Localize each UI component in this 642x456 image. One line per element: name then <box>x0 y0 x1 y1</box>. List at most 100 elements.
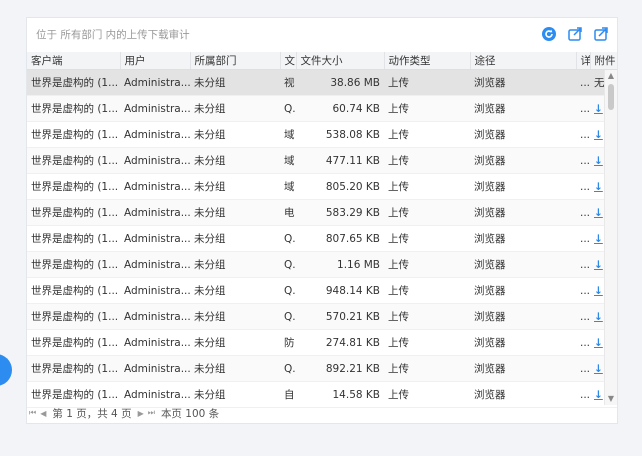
column-header-action-type[interactable]: 动作类型 <box>384 52 471 70</box>
cell-client: 世界是虚构的 (1... <box>27 277 120 304</box>
cell-user: Administra... <box>120 173 190 200</box>
cell-detail[interactable]: ... <box>576 329 590 356</box>
cell-action-type: 上传 <box>384 251 470 278</box>
cell-client: 世界是虚构的 (1... <box>27 329 120 356</box>
table-row[interactable]: 世界是虚构的 (1... Administra... 未分组防 274.81 KB 上传… <box>27 329 617 356</box>
cell-route: 浏览器 <box>470 355 576 382</box>
export-all-icon[interactable] <box>593 26 609 42</box>
cell-user: Administra... <box>120 251 190 278</box>
cell-detail[interactable]: ... <box>576 69 590 96</box>
cell-user: Administra... <box>120 303 190 330</box>
cell-user: Administra... <box>120 69 190 96</box>
cell-user: Administra... <box>120 121 190 148</box>
cell-detail[interactable]: ... <box>576 251 590 278</box>
table-row[interactable]: 世界是虚构的 (1... Administra... 未分组 Q. 570.21 KB 上… <box>27 303 617 330</box>
cell-action-type: 上传 <box>384 95 470 122</box>
page-info: 第 1 页，共 4 页 <box>52 407 132 420</box>
cell-file: Q. <box>280 303 296 330</box>
cell-route: 浏览器 <box>470 173 576 200</box>
column-header-file-size[interactable]: 文件大小 <box>296 52 385 70</box>
vertical-scrollbar[interactable]: ▲ ▼ <box>604 70 617 405</box>
cell-client: 世界是虚构的 (1... <box>27 303 120 330</box>
refresh-icon[interactable] <box>541 26 557 42</box>
cell-client: 世界是虚构的 (1... <box>27 355 120 382</box>
cell-route: 浏览器 <box>470 277 576 304</box>
cell-department: 未分组 <box>190 147 280 174</box>
table-row[interactable]: 世界是虚构的 (1... Administra... 未分组 Q. 60.74 KB 上传… <box>27 95 617 122</box>
cell-route: 浏览器 <box>470 69 576 96</box>
table-row[interactable]: 世界是虚构的 (1... Administra... 未分组 Q. 807.65 KB 上… <box>27 225 617 252</box>
cell-file-size: 892.21 KB <box>296 355 384 382</box>
cell-department: 未分组 <box>190 225 280 252</box>
cell-client: 世界是虚构的 (1... <box>27 199 120 226</box>
cell-file-size: 805.20 KB <box>296 173 384 200</box>
cell-action-type: 上传 <box>384 69 470 96</box>
cell-department: 未分组 <box>190 199 280 226</box>
table-row[interactable]: 世界是虚构的 (1... Administra... 未分组视 38.86 MB 上传浏… <box>27 69 617 96</box>
next-page-icon[interactable]: ▶ <box>138 409 144 418</box>
cell-file: 域 <box>280 121 296 148</box>
cell-file: 域 <box>280 173 296 200</box>
cell-detail[interactable]: ... <box>576 199 590 226</box>
table-row[interactable]: 世界是虚构的 (1... Administra... 未分组 Q. 948.14 KB 上… <box>27 277 617 304</box>
cell-user: Administra... <box>120 277 190 304</box>
table-row[interactable]: 世界是虚构的 (1... Administra... 未分组电 583.29 KB 上传… <box>27 199 617 226</box>
column-header-route[interactable]: 途径 <box>470 52 577 70</box>
cell-file-size: 477.11 KB <box>296 147 384 174</box>
last-page-icon[interactable]: ⏭ <box>148 408 155 418</box>
column-header-file[interactable]: 文 <box>280 52 297 70</box>
scrollbar-thumb[interactable] <box>608 84 614 110</box>
cell-action-type: 上传 <box>384 225 470 252</box>
cell-client: 世界是虚构的 (1... <box>27 173 120 200</box>
export-icon[interactable] <box>567 26 583 42</box>
cell-file-size: 274.81 KB <box>296 329 384 356</box>
table-row[interactable]: 世界是虚构的 (1... Administra... 未分组 Q. 892.21 KB 上… <box>27 355 617 382</box>
first-page-icon[interactable]: ⏮ <box>29 408 36 418</box>
cell-detail[interactable]: ... <box>576 277 590 304</box>
cell-department: 未分组 <box>190 251 280 278</box>
cell-file: Q. <box>280 355 296 382</box>
cell-route: 浏览器 <box>470 199 576 226</box>
cell-file-size: 38.86 MB <box>296 69 384 96</box>
cell-action-type: 上传 <box>384 199 470 226</box>
cell-action-type: 上传 <box>384 147 470 174</box>
column-header-client[interactable]: 客户端 <box>27 52 121 70</box>
cell-client: 世界是虚构的 (1... <box>27 225 120 252</box>
column-header-detail[interactable]: 详 <box>576 52 591 70</box>
prev-page-icon[interactable]: ◀ <box>40 409 46 418</box>
cell-detail[interactable]: ... <box>576 147 590 174</box>
cell-file: 域 <box>280 147 296 174</box>
column-header-attachment[interactable]: 附件 <box>590 52 617 70</box>
table-row[interactable]: 世界是虚构的 (1... Administra... 未分组 Q. 1.16 MB 上传浏… <box>27 251 617 278</box>
cell-detail[interactable]: ... <box>576 121 590 148</box>
table-header: 客户端 用户 所属部门 文 文件大小 动作类型 途径 详 附件 <box>27 52 617 70</box>
cell-detail[interactable]: ... <box>576 355 590 382</box>
cell-user: Administra... <box>120 199 190 226</box>
cell-user: Administra... <box>120 355 190 382</box>
cell-detail[interactable]: ... <box>576 225 590 252</box>
cell-action-type: 上传 <box>384 303 470 330</box>
cell-client: 世界是虚构的 (1... <box>27 121 120 148</box>
table-row[interactable]: 世界是虚构的 (1... Administra... 未分组域 477.11 KB 上传… <box>27 147 617 174</box>
cell-action-type: 上传 <box>384 121 470 148</box>
cell-action-type: 上传 <box>384 355 470 382</box>
floating-side-button[interactable] <box>0 354 12 386</box>
cell-detail[interactable]: ... <box>576 173 590 200</box>
scroll-up-icon[interactable]: ▲ <box>605 70 617 82</box>
column-header-department[interactable]: 所属部门 <box>190 52 281 70</box>
table-row[interactable]: 世界是虚构的 (1... Administra... 未分组域 538.08 KB 上传… <box>27 121 617 148</box>
pagination-bar: ⏮ ◀ 第 1 页，共 4 页 ▶ ⏭ 本页 100 条 <box>27 403 617 423</box>
cell-file: Q. <box>280 225 296 252</box>
cell-file-size: 538.08 KB <box>296 121 384 148</box>
column-header-user[interactable]: 用户 <box>120 52 191 70</box>
cell-route: 浏览器 <box>470 303 576 330</box>
cell-file-size: 60.74 KB <box>296 95 384 122</box>
table-row[interactable]: 世界是虚构的 (1... Administra... 未分组域 805.20 KB 上传… <box>27 173 617 200</box>
cell-client: 世界是虚构的 (1... <box>27 69 120 96</box>
cell-detail[interactable]: ... <box>576 95 590 122</box>
cell-detail[interactable]: ... <box>576 303 590 330</box>
audit-table: 客户端 用户 所属部门 文 文件大小 动作类型 途径 详 附件 世界是虚构的 (… <box>27 52 617 420</box>
cell-action-type: 上传 <box>384 277 470 304</box>
cell-file: 电 <box>280 199 296 226</box>
cell-file-size: 1.16 MB <box>296 251 384 278</box>
